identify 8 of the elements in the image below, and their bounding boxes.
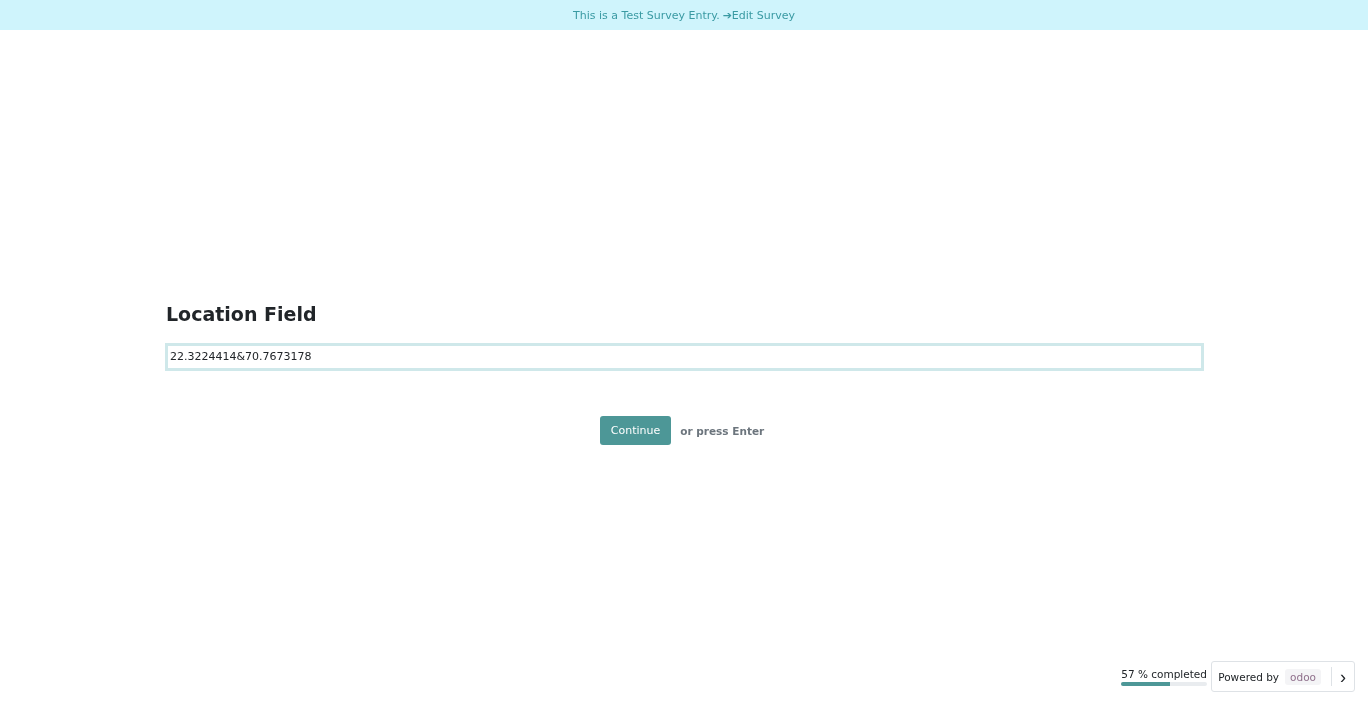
brand-logo: odoo [1285, 668, 1321, 685]
press-enter-hint: or press Enter [680, 424, 765, 437]
test-entry-notice: This is a Test Survey Entry. [573, 8, 720, 22]
location-input-field[interactable]: 22.3224414&70.7673178 [165, 343, 1204, 371]
powered-by-text: Powered by [1218, 670, 1280, 683]
expand-button[interactable]: › [1331, 667, 1354, 686]
progress-label: 57 % completed [1121, 667, 1208, 680]
question-title: Location Field [166, 303, 318, 325]
